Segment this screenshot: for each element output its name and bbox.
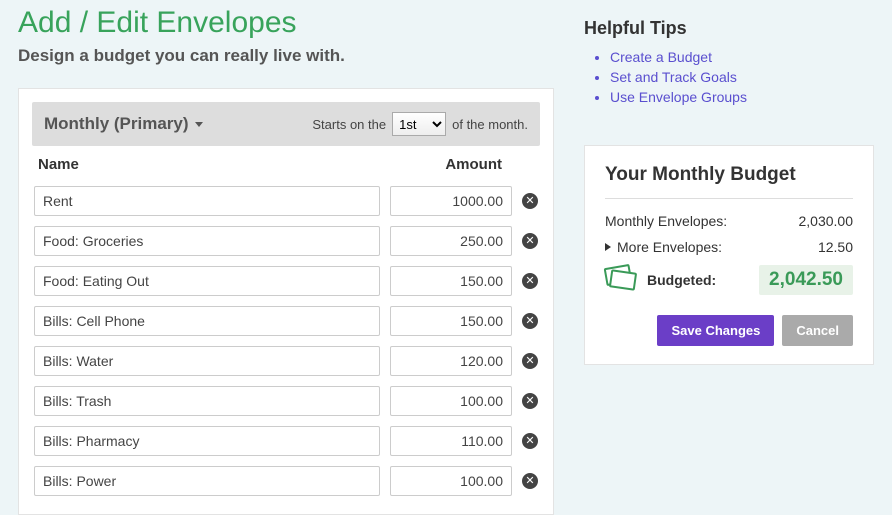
page-subtitle: Design a budget you can really live with… <box>18 46 554 66</box>
envelope-row: ✕ <box>32 301 540 341</box>
tip-link[interactable]: Create a Budget <box>610 49 712 65</box>
budget-box: Your Monthly Budget Monthly Envelopes: 2… <box>584 145 874 365</box>
envelope-name-input[interactable] <box>34 306 380 336</box>
save-button[interactable]: Save Changes <box>657 315 774 346</box>
more-label: More Envelopes: <box>617 239 722 255</box>
delete-icon[interactable]: ✕ <box>522 433 538 449</box>
starts-prefix: Starts on the <box>312 117 386 132</box>
envelope-row: ✕ <box>32 341 540 381</box>
more-value: 12.50 <box>818 239 853 255</box>
tip-item: Create a Budget <box>610 49 874 65</box>
envelope-amount-input[interactable] <box>390 386 512 416</box>
budget-heading: Your Monthly Budget <box>605 164 853 186</box>
envelope-amount-input[interactable] <box>390 186 512 216</box>
envelope-name-input[interactable] <box>34 386 380 416</box>
envelope-row: ✕ <box>32 221 540 261</box>
delete-icon[interactable]: ✕ <box>522 353 538 369</box>
tip-link[interactable]: Set and Track Goals <box>610 69 737 85</box>
envelope-name-input[interactable] <box>34 186 380 216</box>
delete-icon[interactable]: ✕ <box>522 313 538 329</box>
envelope-rows: ✕ ✕ ✕ ✕ ✕ ✕ ✕ ✕ <box>32 181 540 501</box>
envelope-amount-input[interactable] <box>390 306 512 336</box>
budgeted-total: Budgeted: 2,042.50 <box>605 265 853 295</box>
envelope-name-input[interactable] <box>34 346 380 376</box>
tips-heading: Helpful Tips <box>584 18 874 39</box>
start-day-select[interactable]: 1st <box>392 112 446 136</box>
budgeted-label: Budgeted: <box>647 272 749 288</box>
expand-icon <box>605 243 611 251</box>
section-heading-label: Monthly (Primary) <box>44 114 189 134</box>
starts-on: Starts on the 1st of the month. <box>312 112 528 136</box>
envelope-name-input[interactable] <box>34 426 380 456</box>
envelopes-panel: Monthly (Primary) Starts on the 1st of t… <box>18 88 554 515</box>
envelope-row: ✕ <box>32 381 540 421</box>
divider <box>605 198 853 199</box>
delete-icon[interactable]: ✕ <box>522 273 538 289</box>
tip-item: Set and Track Goals <box>610 69 874 85</box>
cancel-button[interactable]: Cancel <box>782 315 853 346</box>
monthly-value: 2,030.00 <box>799 213 854 229</box>
tip-link[interactable]: Use Envelope Groups <box>610 89 747 105</box>
envelope-row: ✕ <box>32 181 540 221</box>
budgeted-value: 2,042.50 <box>759 265 853 295</box>
monthly-envelopes-line: Monthly Envelopes: 2,030.00 <box>605 213 853 229</box>
envelope-amount-input[interactable] <box>390 426 512 456</box>
starts-suffix: of the month. <box>452 117 528 132</box>
monthly-label: Monthly Envelopes: <box>605 213 727 229</box>
caret-down-icon <box>195 122 203 127</box>
col-amount: Amount <box>404 156 534 173</box>
envelope-row: ✕ <box>32 261 540 301</box>
envelope-row: ✕ <box>32 421 540 461</box>
envelope-name-input[interactable] <box>34 466 380 496</box>
delete-icon[interactable]: ✕ <box>522 473 538 489</box>
envelope-amount-input[interactable] <box>390 266 512 296</box>
more-envelopes-line[interactable]: More Envelopes: 12.50 <box>605 239 853 255</box>
envelope-name-input[interactable] <box>34 266 380 296</box>
envelope-name-input[interactable] <box>34 226 380 256</box>
tip-item: Use Envelope Groups <box>610 89 874 105</box>
col-name: Name <box>38 156 404 173</box>
tips-section: Helpful Tips Create a Budget Set and Trac… <box>584 18 874 105</box>
envelope-amount-input[interactable] <box>390 466 512 496</box>
delete-icon[interactable]: ✕ <box>522 193 538 209</box>
delete-icon[interactable]: ✕ <box>522 393 538 409</box>
section-dropdown[interactable]: Monthly (Primary) <box>44 114 203 134</box>
money-icon <box>605 266 637 294</box>
section-header: Monthly (Primary) Starts on the 1st of t… <box>32 102 540 146</box>
page-title: Add / Edit Envelopes <box>18 6 554 40</box>
envelope-amount-input[interactable] <box>390 346 512 376</box>
tips-list: Create a Budget Set and Track Goals Use En… <box>584 49 874 105</box>
column-headers: Name Amount <box>32 152 540 181</box>
envelope-amount-input[interactable] <box>390 226 512 256</box>
delete-icon[interactable]: ✕ <box>522 233 538 249</box>
envelope-row: ✕ <box>32 461 540 501</box>
